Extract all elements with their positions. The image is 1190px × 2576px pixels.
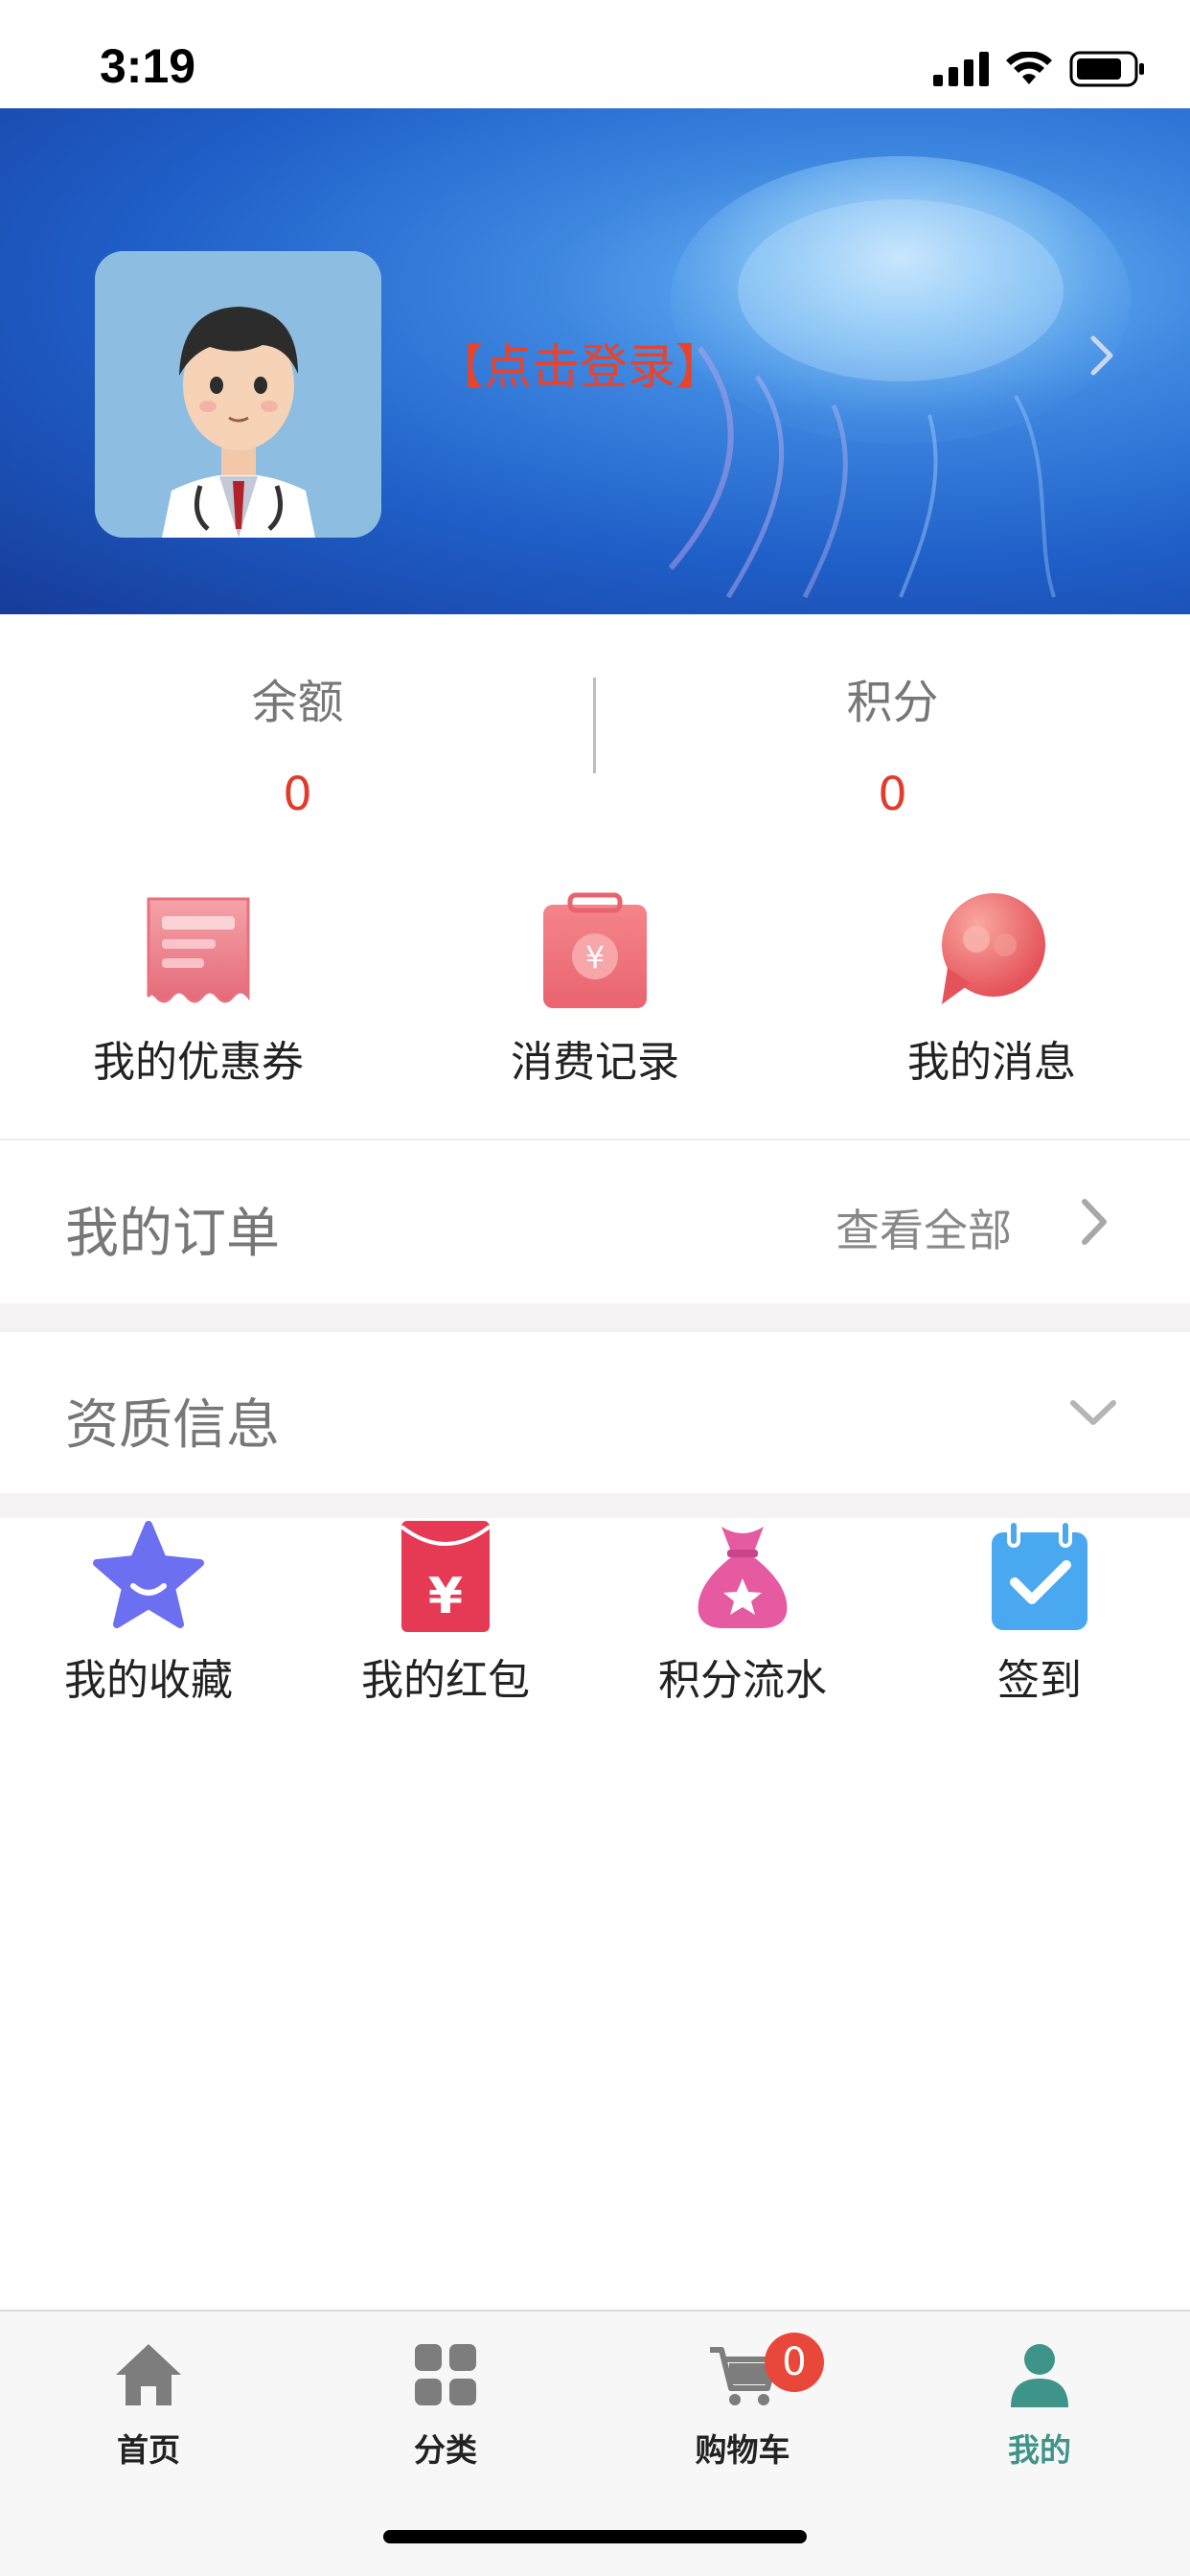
points-value: 0 [878, 768, 907, 821]
money-bag-icon [698, 1527, 788, 1628]
tab-category[interactable]: 分类 [297, 2338, 594, 2471]
quick-link-label: 我的优惠券 [93, 1038, 304, 1087]
tool-label: 签到 [997, 1656, 1082, 1705]
wifi-icon [1006, 52, 1052, 84]
svg-text:¥: ¥ [428, 1568, 463, 1625]
quick-links: 我的优惠券 ¥ 消费记录 我的消息 [0, 891, 1190, 1087]
tool-label: 我的收藏 [64, 1656, 233, 1705]
section-gap [0, 1303, 1190, 1332]
tool-label: 我的红包 [361, 1656, 530, 1705]
qualification-row[interactable]: 资质信息 [0, 1332, 1190, 1493]
tool-red-envelope[interactable]: ¥ 我的红包 [297, 1519, 594, 1707]
profile-header[interactable]: 【点击登录】 [0, 108, 1190, 614]
avatar[interactable] [95, 251, 381, 538]
tool-label: 积分流水 [658, 1656, 827, 1705]
status-bar: 3:19 [0, 0, 1190, 108]
tool-check-in[interactable]: 签到 [891, 1519, 1188, 1707]
orders-title: 我的订单 [65, 1203, 280, 1265]
tab-label: 购物车 [695, 2431, 790, 2469]
signal-icon [933, 52, 989, 86]
tool-points-flow[interactable]: 积分流水 [594, 1519, 891, 1707]
tools-grid: 我的收藏 ¥ 我的红包 积分流水 签到 [0, 1519, 1190, 1711]
user-icon [1011, 2344, 1068, 2407]
qualification-title: 资质信息 [65, 1394, 280, 1457]
chevron-right-icon[interactable] [1087, 334, 1116, 377]
view-all-orders-link[interactable]: 查看全部 [835, 1196, 1012, 1259]
orders-row[interactable]: 我的订单 查看全部 [0, 1140, 1190, 1303]
battery-icon [1069, 51, 1144, 87]
cart-badge: 0 [765, 2333, 824, 2392]
tab-mine[interactable]: 我的 [891, 2338, 1188, 2471]
category-grid-icon [415, 2344, 476, 2405]
red-envelope-icon: ¥ [400, 1521, 492, 1632]
account-stats: 余额 0 积分 0 [0, 614, 1190, 835]
quick-link-consumption[interactable]: ¥ 消费记录 [397, 891, 793, 1089]
points-label: 积分 [846, 676, 939, 729]
tab-home[interactable]: 首页 [0, 2338, 297, 2471]
tab-label: 首页 [117, 2431, 180, 2469]
status-icons [933, 48, 1146, 90]
home-indicator [383, 2530, 807, 2543]
quick-link-coupons[interactable]: 我的优惠券 [0, 891, 397, 1089]
star-icon [93, 1521, 204, 1628]
balance-label: 余额 [251, 676, 344, 729]
quick-link-messages[interactable]: 我的消息 [793, 891, 1190, 1089]
quick-link-label: 消费记录 [511, 1038, 679, 1087]
chevron-down-icon[interactable] [1067, 1395, 1119, 1430]
home-icon [116, 2344, 181, 2405]
tab-cart[interactable]: 0 购物车 [594, 2333, 891, 2471]
login-link[interactable]: 【点击登录】 [436, 329, 723, 398]
tab-label: 我的 [1008, 2431, 1071, 2469]
quick-link-label: 我的消息 [907, 1038, 1076, 1087]
doctor-avatar-icon [95, 251, 381, 538]
tool-favorites[interactable]: 我的收藏 [0, 1519, 297, 1707]
section-gap [0, 1493, 1190, 1518]
chevron-right-icon[interactable] [1077, 1196, 1111, 1248]
message-bubble-icon [942, 893, 1045, 1004]
receipt-bag-icon: ¥ [543, 892, 647, 1008]
svg-text:¥: ¥ [585, 939, 605, 976]
coupon-icon [147, 897, 250, 1003]
calendar-check-icon [992, 1519, 1087, 1630]
balance-value: 0 [283, 768, 312, 821]
status-time: 3:19 [100, 39, 196, 93]
tab-label: 分类 [414, 2431, 477, 2469]
